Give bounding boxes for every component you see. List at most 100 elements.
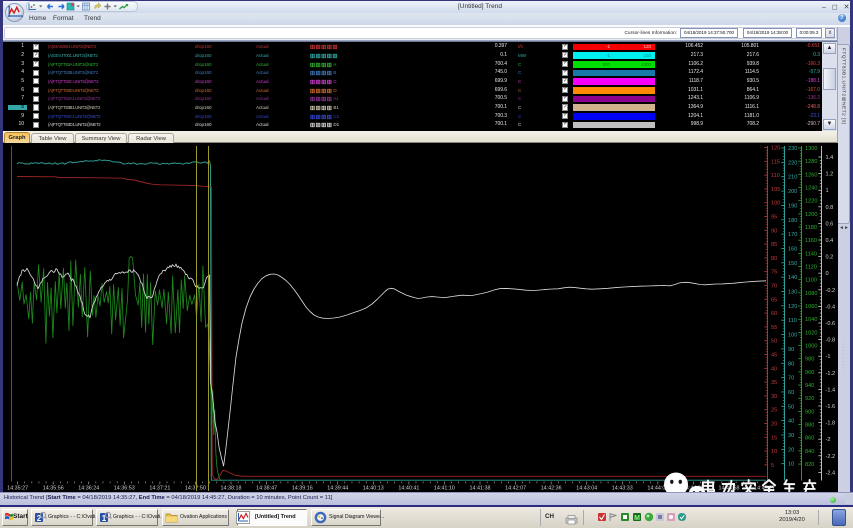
svg-text:35: 35: [771, 380, 777, 386]
svg-text:120: 120: [771, 146, 780, 152]
svg-text:960: 960: [805, 370, 814, 376]
svg-text:-2.4: -2.4: [826, 470, 836, 476]
svg-text:0.4: 0.4: [826, 238, 834, 244]
svg-text:1: 1: [826, 188, 829, 194]
svg-text:1280: 1280: [805, 159, 817, 165]
svg-text:50: 50: [771, 339, 777, 345]
svg-text:210: 210: [788, 175, 797, 181]
svg-text:85: 85: [771, 242, 777, 248]
svg-text:190: 190: [788, 203, 797, 209]
svg-text:-1.4: -1.4: [826, 387, 836, 393]
svg-text:1160: 1160: [805, 238, 817, 244]
svg-text:50: 50: [788, 404, 794, 410]
svg-text:0: 0: [826, 271, 829, 277]
svg-text:1000: 1000: [805, 344, 817, 350]
svg-text:-0.2: -0.2: [826, 288, 836, 294]
svg-text:0.2: 0.2: [826, 255, 834, 261]
svg-text:14:43:04: 14:43:04: [576, 486, 597, 492]
svg-text:60: 60: [771, 311, 777, 317]
svg-text:40: 40: [771, 366, 777, 372]
svg-text:10: 10: [788, 462, 794, 468]
svg-text:1.2: 1.2: [826, 172, 834, 178]
svg-text:100: 100: [788, 333, 797, 339]
svg-text:45: 45: [771, 353, 777, 359]
svg-text:14:37:21: 14:37:21: [149, 486, 170, 492]
svg-text:1240: 1240: [805, 186, 817, 192]
svg-text:1.4: 1.4: [826, 155, 834, 161]
svg-text:M: M: [634, 515, 640, 522]
svg-text:14:36:53: 14:36:53: [114, 486, 135, 492]
svg-text:220: 220: [788, 160, 797, 166]
svg-text:14:36:24: 14:36:24: [78, 486, 99, 492]
svg-text:1140: 1140: [805, 251, 817, 257]
svg-text:1060: 1060: [805, 304, 817, 310]
svg-text:14:42:36: 14:42:36: [541, 486, 562, 492]
svg-text:65: 65: [771, 297, 777, 303]
svg-text:30: 30: [771, 394, 777, 400]
svg-text:14:42:07: 14:42:07: [505, 486, 526, 492]
svg-text:980: 980: [805, 357, 814, 363]
svg-text:14:39:16: 14:39:16: [292, 486, 313, 492]
svg-text:10: 10: [771, 449, 777, 455]
svg-text:14:38:18: 14:38:18: [221, 486, 242, 492]
svg-text:900: 900: [805, 409, 814, 415]
svg-text:95: 95: [771, 215, 777, 221]
svg-text:120: 120: [788, 304, 797, 310]
svg-text:1220: 1220: [805, 199, 817, 205]
svg-text:-1: -1: [826, 354, 831, 360]
svg-text:1100: 1100: [805, 278, 817, 284]
svg-text:90: 90: [788, 347, 794, 353]
svg-text:860: 860: [805, 436, 814, 442]
svg-text:14:41:38: 14:41:38: [470, 486, 491, 492]
svg-text:20: 20: [771, 422, 777, 428]
svg-text:70: 70: [771, 284, 777, 290]
svg-text:80: 80: [771, 256, 777, 262]
svg-text:60: 60: [788, 390, 794, 396]
svg-text:1040: 1040: [805, 317, 817, 323]
svg-text:105: 105: [771, 187, 780, 193]
svg-text:840: 840: [805, 449, 814, 455]
svg-text:160: 160: [788, 246, 797, 252]
svg-text:1080: 1080: [805, 291, 817, 297]
svg-text:55: 55: [771, 325, 777, 331]
svg-text:110: 110: [788, 318, 797, 324]
svg-text:-0.6: -0.6: [826, 321, 836, 327]
svg-text:-0.8: -0.8: [826, 338, 836, 344]
svg-text:-1.6: -1.6: [826, 404, 836, 410]
svg-text:14:39:44: 14:39:44: [327, 486, 348, 492]
svg-text:14:41:10: 14:41:10: [434, 486, 455, 492]
svg-text:25: 25: [771, 408, 777, 414]
svg-text:100: 100: [771, 201, 780, 207]
svg-text:14:43:33: 14:43:33: [612, 486, 633, 492]
svg-text:170: 170: [788, 232, 797, 238]
svg-text:1180: 1180: [805, 225, 817, 231]
svg-text:110: 110: [771, 173, 780, 179]
svg-text:130: 130: [788, 290, 797, 296]
svg-text:40: 40: [788, 419, 794, 425]
svg-text:820: 820: [805, 462, 814, 468]
svg-text:1260: 1260: [805, 172, 817, 178]
svg-text:1120: 1120: [805, 265, 817, 271]
svg-text:90: 90: [771, 228, 777, 234]
svg-text:-1.2: -1.2: [826, 371, 836, 377]
svg-text:14:40:13: 14:40:13: [363, 486, 384, 492]
svg-text:-1.8: -1.8: [826, 421, 836, 427]
svg-text:80: 80: [788, 361, 794, 367]
svg-text:14:37:50: 14:37:50: [185, 486, 206, 492]
svg-text:75: 75: [771, 270, 777, 276]
svg-text:180: 180: [788, 218, 797, 224]
svg-text:230: 230: [788, 146, 797, 152]
svg-text:0.6: 0.6: [826, 221, 834, 227]
svg-text:920: 920: [805, 396, 814, 402]
svg-text:0.8: 0.8: [826, 205, 834, 211]
svg-text:150: 150: [788, 261, 797, 267]
svg-text:14:40:41: 14:40:41: [398, 486, 419, 492]
svg-text:140: 140: [788, 275, 797, 281]
svg-text:70: 70: [788, 376, 794, 382]
svg-text:-2: -2: [826, 437, 831, 443]
svg-text:14:35:27: 14:35:27: [7, 486, 28, 492]
svg-text:880: 880: [805, 423, 814, 429]
svg-text:1200: 1200: [805, 212, 817, 218]
svg-text:15: 15: [771, 435, 777, 441]
svg-text:-2.2: -2.2: [826, 454, 836, 460]
